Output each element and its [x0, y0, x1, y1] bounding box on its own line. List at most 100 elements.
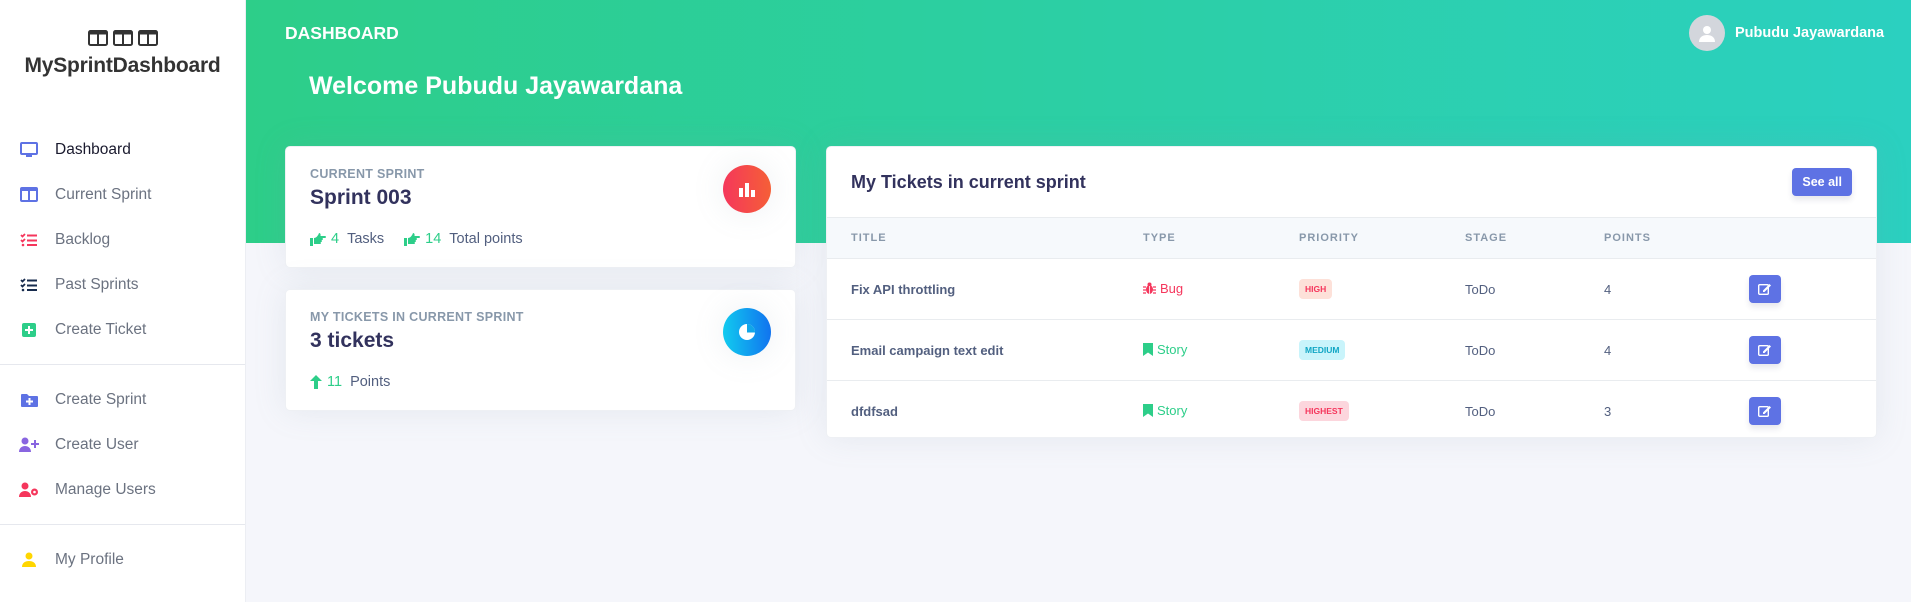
brand-logo: [0, 30, 245, 46]
col-title: TITLE: [827, 217, 1143, 259]
table-row[interactable]: Fix API throttling Bug HIGH ToDo 4: [827, 258, 1876, 320]
ticket-type-label: Story: [1157, 402, 1188, 418]
ticket-type: Story: [1143, 381, 1299, 438]
tasks-icon: [19, 230, 39, 250]
ticket-type: Story: [1143, 319, 1299, 381]
brand[interactable]: MySprintDashboard: [0, 0, 245, 115]
sidebar-item-label: Backlog: [55, 230, 111, 248]
points-label: Points: [350, 374, 391, 390]
priority-badge: MEDIUM: [1299, 340, 1346, 360]
sidebar-item-backlog[interactable]: Backlog: [0, 217, 245, 262]
sidebar-item-create-ticket[interactable]: Create Ticket: [0, 307, 245, 352]
edit-button[interactable]: [1749, 397, 1781, 426]
card-label: My tickets in current sprint: [310, 310, 524, 324]
user-name: Pubudu Jayawardana: [1735, 25, 1885, 41]
ticket-title[interactable]: Email campaign text edit: [827, 319, 1143, 381]
ticket-stage: ToDo: [1465, 258, 1604, 320]
columns-icon: [87, 30, 108, 46]
ticket-stage: ToDo: [1465, 403, 1496, 419]
plus-square-icon: [19, 320, 39, 340]
nav-profile: My Profile: [0, 525, 245, 594]
card-label: Current Sprint: [310, 167, 425, 181]
sidebar-item-label: Create User: [55, 435, 139, 453]
my-tickets-card: My tickets in current sprint 3 tickets 1…: [285, 289, 796, 411]
ticket-actions: [1749, 381, 1876, 438]
card-meta: 11 Points: [310, 374, 390, 390]
edit-button[interactable]: [1749, 336, 1781, 364]
col-stage: STAGE: [1465, 217, 1604, 259]
tickets-card: My Tickets in current sprint See all TIT…: [826, 146, 1877, 438]
chart-bar-icon: [723, 165, 771, 213]
columns-icon: [112, 30, 133, 46]
ticket-priority: HIGHEST: [1299, 381, 1465, 438]
ticket-points: 4: [1604, 319, 1749, 381]
sidebar-item-label: Past Sprints: [55, 275, 139, 293]
table-row[interactable]: dfdfsad Story HIGHEST ToDo 3: [827, 381, 1876, 438]
columns-icon: [19, 185, 39, 205]
col-type: TYPE: [1143, 217, 1299, 259]
table-row[interactable]: Email campaign text edit Story MEDIUM ToDo 4: [827, 319, 1876, 381]
nav-main: Dashboard Current Sprint Backlog Past Sp…: [0, 115, 245, 364]
sidebar-item-current-sprint[interactable]: Current Sprint: [0, 172, 245, 217]
priority-badge: HIGH: [1299, 279, 1333, 299]
tickets-header: My Tickets in current sprint See all: [827, 147, 1876, 217]
sidebar-item-past-sprints[interactable]: Past Sprints: [0, 262, 245, 307]
sidebar-item-dashboard[interactable]: Dashboard: [0, 127, 245, 172]
current-sprint-card: Current Sprint Sprint 003 4 Tasks 14 Tot…: [285, 146, 796, 268]
sidebar-item-manage-users[interactable]: Manage Users: [0, 467, 245, 512]
see-all-button[interactable]: See all: [1792, 168, 1852, 196]
list-check-icon: [19, 275, 39, 295]
sidebar-item-my-profile[interactable]: My Profile: [0, 537, 245, 582]
ticket-type-label: Bug: [1160, 280, 1184, 296]
ticket-points: 3: [1604, 403, 1612, 419]
points-label: Total points: [449, 231, 523, 247]
bookmark-icon: [1143, 342, 1153, 356]
user-icon: [19, 550, 39, 570]
priority-badge: HIGHEST: [1299, 401, 1349, 422]
sidebar: MySprintDashboard Dashboard Current Spri…: [0, 0, 246, 602]
tickets-title: My Tickets in current sprint: [851, 171, 1086, 192]
user-avatar-icon: [1699, 26, 1715, 42]
columns-icon: [137, 30, 158, 46]
ticket-title[interactable]: Fix API throttling: [827, 258, 1143, 320]
sidebar-item-label: Create Sprint: [55, 390, 147, 408]
page-title: DASHBOARD: [285, 23, 399, 43]
bug-icon: [1143, 282, 1156, 295]
welcome-heading: Welcome Pubudu Jayawardana: [309, 72, 683, 100]
card-value: Sprint 003: [310, 186, 412, 209]
edit-button[interactable]: [1749, 275, 1781, 303]
card-value: 3 tickets: [310, 329, 395, 352]
hand-point-right-icon: [310, 232, 326, 246]
ticket-type-label: Story: [1157, 341, 1188, 357]
arrow-up-icon: [310, 375, 322, 389]
user-plus-icon: [19, 435, 39, 455]
user-cog-icon: [19, 480, 39, 500]
folder-plus-icon: [19, 390, 39, 410]
user-menu[interactable]: Pubudu Jayawardana: [1689, 15, 1884, 51]
ticket-title[interactable]: dfdfsad: [827, 381, 1143, 438]
sidebar-item-create-sprint[interactable]: Create Sprint: [0, 377, 245, 422]
nav-admin: Create Sprint Create User Manage Users: [0, 365, 245, 524]
ticket-stage: ToDo: [1465, 319, 1604, 381]
avatar: [1689, 15, 1725, 51]
sidebar-item-label: Current Sprint: [55, 185, 152, 203]
sidebar-item-label: Create Ticket: [55, 320, 147, 338]
ticket-points: 4: [1604, 258, 1749, 320]
tasks-count: 4: [331, 231, 340, 247]
sidebar-item-label: Manage Users: [55, 480, 156, 498]
col-points: POINTS: [1604, 217, 1749, 259]
edit-icon: [1758, 344, 1772, 356]
table-header-row: TITLE TYPE PRIORITY STAGE POINTS: [827, 217, 1876, 259]
tasks-label: Tasks: [347, 231, 385, 247]
col-actions: [1749, 217, 1876, 259]
card-meta: 4 Tasks 14 Total points: [310, 231, 523, 247]
ticket-actions: [1749, 319, 1876, 381]
sidebar-item-label: My Profile: [55, 550, 124, 568]
ticket-actions: [1749, 258, 1876, 320]
monitor-icon: [19, 140, 39, 160]
edit-icon: [1758, 283, 1772, 295]
sidebar-item-create-user[interactable]: Create User: [0, 422, 245, 467]
edit-icon: [1758, 405, 1772, 418]
hand-point-right-icon: [404, 232, 421, 246]
points-count: 11: [327, 374, 343, 390]
